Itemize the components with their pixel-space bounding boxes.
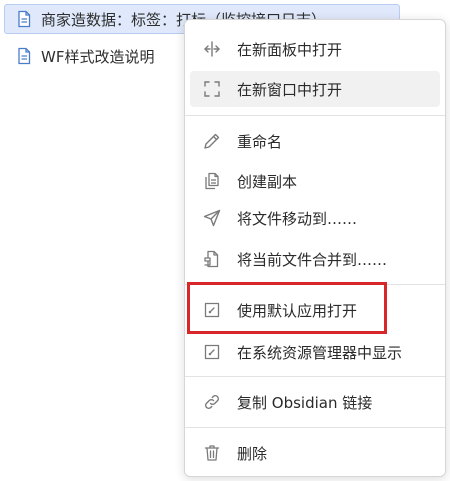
external-open-icon [202, 342, 222, 362]
copy-icon [202, 171, 222, 191]
menu-item-label: 删除 [237, 444, 268, 463]
menu-item-label: 将文件移动到…… [237, 209, 358, 228]
file-icon [14, 46, 34, 66]
menu-item-move-file[interactable]: 将文件移动到…… [190, 200, 440, 236]
menu-item-label: 在新面板中打开 [237, 40, 343, 59]
menu-divider [185, 284, 445, 285]
menu-item-delete[interactable]: 删除 [190, 435, 440, 471]
trash-icon [202, 443, 222, 463]
menu-item-label: 创建副本 [237, 172, 298, 191]
menu-item-label: 在系统资源管理器中显示 [237, 343, 403, 362]
menu-divider [185, 376, 445, 377]
send-icon [202, 208, 222, 228]
menu-item-merge-file[interactable]: 将当前文件合并到…… [190, 241, 440, 277]
menu-item-open-new-window[interactable]: 在新窗口中打开 [190, 71, 440, 107]
menu-item-label: 重命名 [237, 132, 283, 151]
merge-icon [202, 249, 222, 269]
menu-item-rename[interactable]: 重命名 [190, 123, 440, 159]
menu-item-duplicate[interactable]: 创建副本 [190, 163, 440, 199]
pencil-icon [202, 131, 222, 151]
split-pane-icon [202, 39, 222, 59]
link-icon [202, 392, 222, 412]
menu-item-label: 在新窗口中打开 [237, 80, 343, 99]
context-menu: 在新面板中打开 在新窗口中打开 重命名 创建副本 将文件移动到…… 将当前文件合… [184, 19, 446, 477]
menu-item-label: 复制 Obsidian 链接 [237, 393, 373, 412]
menu-item-label: 将当前文件合并到…… [237, 250, 388, 269]
menu-item-open-new-pane[interactable]: 在新面板中打开 [190, 31, 440, 67]
obsidian-window: 商家造数据：标签：打标（监控接口日志） WF样式改造说明 在新面板中打开 在新窗… [0, 0, 450, 481]
menu-divider [185, 427, 445, 428]
file-item[interactable]: WF样式改造说明 [4, 41, 154, 71]
menu-divider [185, 115, 445, 116]
menu-item-open-default-app[interactable]: 使用默认应用打开 [190, 292, 440, 328]
menu-item-show-in-explorer[interactable]: 在系统资源管理器中显示 [190, 334, 440, 370]
menu-item-copy-link[interactable]: 复制 Obsidian 链接 [190, 384, 440, 420]
file-icon [14, 9, 34, 29]
window-maximize-icon [202, 79, 222, 99]
external-open-icon [202, 300, 222, 320]
menu-item-label: 使用默认应用打开 [237, 301, 358, 320]
file-name: WF样式改造说明 [41, 47, 155, 66]
